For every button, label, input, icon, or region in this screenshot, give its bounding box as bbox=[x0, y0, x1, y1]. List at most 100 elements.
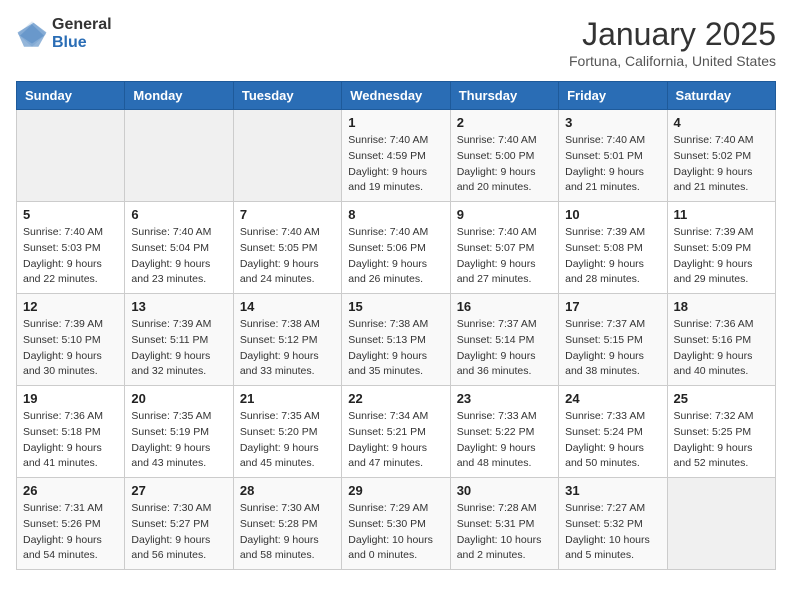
day-cell: 2Sunrise: 7:40 AM Sunset: 5:00 PM Daylig… bbox=[450, 110, 558, 202]
day-number: 28 bbox=[240, 483, 335, 498]
day-number: 18 bbox=[674, 299, 769, 314]
day-info: Sunrise: 7:28 AM Sunset: 5:31 PM Dayligh… bbox=[457, 501, 552, 564]
day-cell: 5Sunrise: 7:40 AM Sunset: 5:03 PM Daylig… bbox=[17, 202, 125, 294]
day-number: 22 bbox=[348, 391, 443, 406]
day-info: Sunrise: 7:36 AM Sunset: 5:16 PM Dayligh… bbox=[674, 317, 769, 380]
logo-blue-text: Blue bbox=[52, 34, 112, 52]
week-row-3: 12 Sunrise: 7:39 AM Sunset: 5:10 PM Dayli… bbox=[17, 294, 776, 386]
day-cell: 10 Sunrise: 7:39 AM Sunset: 5:08 PM Dayli… bbox=[559, 202, 667, 294]
day-cell: 25 Sunrise: 7:32 AM Sunset: 5:25 PM Dayli… bbox=[667, 386, 775, 478]
day-cell: 4 Sunrise: 7:40 AM Sunset: 5:02 PM Daylig… bbox=[667, 110, 775, 202]
day-info: Sunrise: 7:40 AM Sunset: 5:04 PM Dayligh… bbox=[131, 225, 226, 288]
day-info: Sunrise: 7:39 AM Sunset: 5:08 PM Dayligh… bbox=[565, 225, 660, 288]
week-row-4: 19Sunrise: 7:36 AM Sunset: 5:18 PM Dayli… bbox=[17, 386, 776, 478]
day-info: Sunrise: 7:36 AM Sunset: 5:18 PM Dayligh… bbox=[23, 409, 118, 472]
day-info: Sunrise: 7:39 AM Sunset: 5:10 PM Dayligh… bbox=[23, 317, 118, 380]
day-cell: 8 Sunrise: 7:40 AM Sunset: 5:06 PM Daylig… bbox=[342, 202, 450, 294]
day-info: Sunrise: 7:40 AM Sunset: 5:02 PM Dayligh… bbox=[674, 133, 769, 196]
weekday-header-saturday: Saturday bbox=[667, 82, 775, 110]
day-cell: 16 Sunrise: 7:37 AM Sunset: 5:14 PM Dayli… bbox=[450, 294, 558, 386]
day-number: 16 bbox=[457, 299, 552, 314]
day-number: 5 bbox=[23, 207, 118, 222]
day-number: 1 bbox=[348, 115, 443, 130]
weekday-header-friday: Friday bbox=[559, 82, 667, 110]
day-cell: 17 Sunrise: 7:37 AM Sunset: 5:15 PM Dayli… bbox=[559, 294, 667, 386]
logo-icon bbox=[16, 18, 48, 50]
day-info: Sunrise: 7:32 AM Sunset: 5:25 PM Dayligh… bbox=[674, 409, 769, 472]
location-text: Fortuna, California, United States bbox=[569, 53, 776, 69]
day-cell: 7 Sunrise: 7:40 AM Sunset: 5:05 PM Daylig… bbox=[233, 202, 341, 294]
day-cell bbox=[667, 478, 775, 570]
day-cell: 28Sunrise: 7:30 AM Sunset: 5:28 PM Dayli… bbox=[233, 478, 341, 570]
day-info: Sunrise: 7:30 AM Sunset: 5:27 PM Dayligh… bbox=[131, 501, 226, 564]
day-number: 9 bbox=[457, 207, 552, 222]
day-number: 11 bbox=[674, 207, 769, 222]
day-cell: 15 Sunrise: 7:38 AM Sunset: 5:13 PM Dayli… bbox=[342, 294, 450, 386]
day-number: 14 bbox=[240, 299, 335, 314]
day-number: 29 bbox=[348, 483, 443, 498]
weekday-header-wednesday: Wednesday bbox=[342, 82, 450, 110]
day-number: 4 bbox=[674, 115, 769, 130]
day-info: Sunrise: 7:35 AM Sunset: 5:20 PM Dayligh… bbox=[240, 409, 335, 472]
day-info: Sunrise: 7:37 AM Sunset: 5:14 PM Dayligh… bbox=[457, 317, 552, 380]
day-cell: 9 Sunrise: 7:40 AM Sunset: 5:07 PM Daylig… bbox=[450, 202, 558, 294]
day-info: Sunrise: 7:39 AM Sunset: 5:11 PM Dayligh… bbox=[131, 317, 226, 380]
weekday-header-tuesday: Tuesday bbox=[233, 82, 341, 110]
day-info: Sunrise: 7:29 AM Sunset: 5:30 PM Dayligh… bbox=[348, 501, 443, 564]
day-number: 17 bbox=[565, 299, 660, 314]
day-cell: 31 Sunrise: 7:27 AM Sunset: 5:32 PM Dayli… bbox=[559, 478, 667, 570]
day-cell: 22 Sunrise: 7:34 AM Sunset: 5:21 PM Dayli… bbox=[342, 386, 450, 478]
week-row-1: 1 Sunrise: 7:40 AM Sunset: 4:59 PM Daylig… bbox=[17, 110, 776, 202]
weekday-header-row: SundayMondayTuesdayWednesdayThursdayFrid… bbox=[17, 82, 776, 110]
day-cell: 23Sunrise: 7:33 AM Sunset: 5:22 PM Dayli… bbox=[450, 386, 558, 478]
logo: General Blue bbox=[16, 16, 112, 51]
day-number: 7 bbox=[240, 207, 335, 222]
day-cell: 21 Sunrise: 7:35 AM Sunset: 5:20 PM Dayli… bbox=[233, 386, 341, 478]
day-info: Sunrise: 7:33 AM Sunset: 5:24 PM Dayligh… bbox=[565, 409, 660, 472]
day-cell: 19Sunrise: 7:36 AM Sunset: 5:18 PM Dayli… bbox=[17, 386, 125, 478]
day-number: 25 bbox=[674, 391, 769, 406]
day-number: 10 bbox=[565, 207, 660, 222]
day-number: 31 bbox=[565, 483, 660, 498]
day-cell: 3 Sunrise: 7:40 AM Sunset: 5:01 PM Daylig… bbox=[559, 110, 667, 202]
day-info: Sunrise: 7:39 AM Sunset: 5:09 PM Dayligh… bbox=[674, 225, 769, 288]
day-info: Sunrise: 7:35 AM Sunset: 5:19 PM Dayligh… bbox=[131, 409, 226, 472]
day-number: 3 bbox=[565, 115, 660, 130]
day-number: 6 bbox=[131, 207, 226, 222]
title-section: January 2025 Fortuna, California, United… bbox=[569, 16, 776, 69]
day-number: 23 bbox=[457, 391, 552, 406]
day-info: Sunrise: 7:40 AM Sunset: 5:06 PM Dayligh… bbox=[348, 225, 443, 288]
day-info: Sunrise: 7:34 AM Sunset: 5:21 PM Dayligh… bbox=[348, 409, 443, 472]
day-number: 8 bbox=[348, 207, 443, 222]
day-info: Sunrise: 7:27 AM Sunset: 5:32 PM Dayligh… bbox=[565, 501, 660, 564]
day-info: Sunrise: 7:40 AM Sunset: 5:00 PM Dayligh… bbox=[457, 133, 552, 196]
day-info: Sunrise: 7:40 AM Sunset: 5:01 PM Dayligh… bbox=[565, 133, 660, 196]
day-info: Sunrise: 7:37 AM Sunset: 5:15 PM Dayligh… bbox=[565, 317, 660, 380]
day-info: Sunrise: 7:40 AM Sunset: 4:59 PM Dayligh… bbox=[348, 133, 443, 196]
day-number: 24 bbox=[565, 391, 660, 406]
day-cell: 30Sunrise: 7:28 AM Sunset: 5:31 PM Dayli… bbox=[450, 478, 558, 570]
weekday-header-thursday: Thursday bbox=[450, 82, 558, 110]
day-cell: 1 Sunrise: 7:40 AM Sunset: 4:59 PM Daylig… bbox=[342, 110, 450, 202]
day-number: 12 bbox=[23, 299, 118, 314]
day-cell: 11 Sunrise: 7:39 AM Sunset: 5:09 PM Dayli… bbox=[667, 202, 775, 294]
day-number: 21 bbox=[240, 391, 335, 406]
day-info: Sunrise: 7:31 AM Sunset: 5:26 PM Dayligh… bbox=[23, 501, 118, 564]
day-cell: 27Sunrise: 7:30 AM Sunset: 5:27 PM Dayli… bbox=[125, 478, 233, 570]
page-header: General Blue January 2025 Fortuna, Calif… bbox=[16, 16, 776, 69]
logo-general-text: General bbox=[52, 16, 112, 34]
day-cell bbox=[125, 110, 233, 202]
day-info: Sunrise: 7:38 AM Sunset: 5:13 PM Dayligh… bbox=[348, 317, 443, 380]
calendar-table: SundayMondayTuesdayWednesdayThursdayFrid… bbox=[16, 81, 776, 570]
day-cell: 12 Sunrise: 7:39 AM Sunset: 5:10 PM Dayli… bbox=[17, 294, 125, 386]
day-cell: 29 Sunrise: 7:29 AM Sunset: 5:30 PM Dayli… bbox=[342, 478, 450, 570]
weekday-header-monday: Monday bbox=[125, 82, 233, 110]
day-info: Sunrise: 7:40 AM Sunset: 5:05 PM Dayligh… bbox=[240, 225, 335, 288]
day-number: 20 bbox=[131, 391, 226, 406]
logo-text: General Blue bbox=[52, 16, 112, 51]
day-cell: 18 Sunrise: 7:36 AM Sunset: 5:16 PM Dayli… bbox=[667, 294, 775, 386]
day-cell: 14Sunrise: 7:38 AM Sunset: 5:12 PM Dayli… bbox=[233, 294, 341, 386]
day-number: 15 bbox=[348, 299, 443, 314]
weekday-header-sunday: Sunday bbox=[17, 82, 125, 110]
day-info: Sunrise: 7:40 AM Sunset: 5:07 PM Dayligh… bbox=[457, 225, 552, 288]
